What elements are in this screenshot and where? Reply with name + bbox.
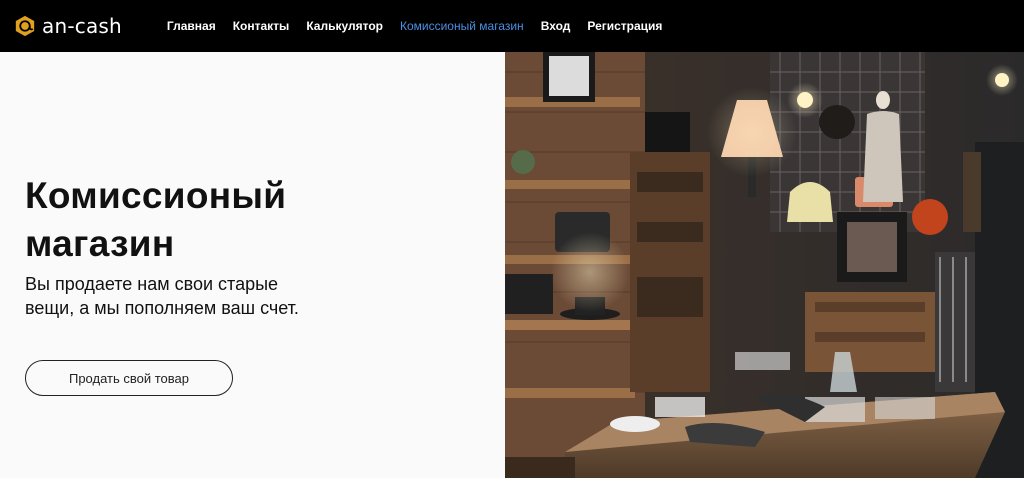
hero-title-line1: Комиссионый bbox=[25, 175, 287, 216]
hero-subtitle-line1: Вы продаете нам свои старые bbox=[25, 274, 279, 294]
shop-interior-illustration bbox=[505, 52, 1024, 478]
sell-item-button[interactable]: Продать свой товар bbox=[25, 360, 233, 396]
nav-item-consignment-shop[interactable]: Комиссионый магазин bbox=[400, 19, 524, 33]
nav-item-login[interactable]: Вход bbox=[541, 19, 571, 33]
hero-subtitle: Вы продаете нам свои старые вещи, а мы п… bbox=[25, 272, 495, 320]
at-sign-hexagon-icon bbox=[15, 15, 35, 37]
hero-title-line2: магазин bbox=[25, 223, 175, 264]
shop-interior-photo bbox=[505, 52, 1024, 478]
nav-item-contacts[interactable]: Контакты bbox=[233, 19, 290, 33]
top-navbar: an-cash Главная Контакты Калькулятор Ком… bbox=[0, 0, 1024, 52]
brand-logo[interactable]: an-cash bbox=[14, 14, 122, 38]
hero-subtitle-line2: вещи, а мы пополняем ваш счет. bbox=[25, 298, 299, 318]
nav-item-register[interactable]: Регистрация bbox=[587, 19, 662, 33]
hero-text-panel: Комиссионый магазин Вы продаете нам свои… bbox=[0, 52, 505, 478]
brand-name: an-cash bbox=[42, 14, 122, 38]
nav-item-home[interactable]: Главная bbox=[167, 19, 216, 33]
main-nav: Главная Контакты Калькулятор Комиссионый… bbox=[167, 19, 680, 33]
hero-title: Комиссионый магазин bbox=[25, 172, 495, 268]
nav-item-calculator[interactable]: Калькулятор bbox=[306, 19, 383, 33]
